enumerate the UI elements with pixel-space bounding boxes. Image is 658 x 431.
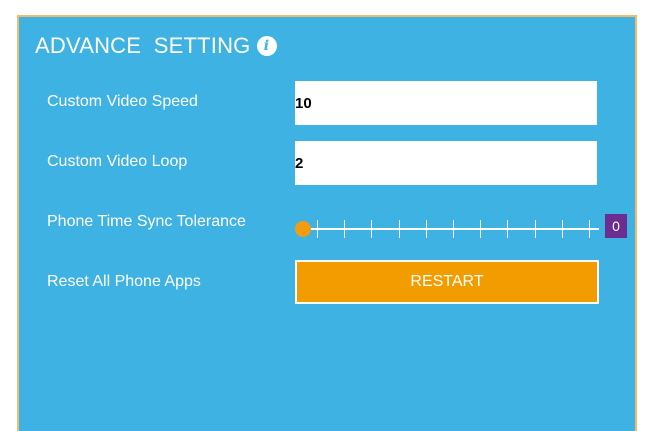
restart-button[interactable]: RESTART — [295, 260, 599, 304]
slider-tick — [371, 220, 373, 238]
slider-tick — [453, 220, 454, 238]
slider-tick — [534, 220, 536, 238]
panel-title: ADVANCE SETTING — [35, 33, 251, 58]
custom-video-speed-input[interactable] — [295, 81, 597, 125]
slider-track[interactable] — [303, 228, 599, 230]
info-icon[interactable]: i — [256, 36, 277, 56]
reset-all-phone-apps-label: Reset All Phone Apps — [47, 273, 201, 290]
phone-time-sync-tolerance-label: Phone Time Sync Tolerance — [47, 213, 246, 230]
slider-tick — [344, 220, 346, 238]
slider-tick — [589, 220, 590, 238]
slider-tick — [425, 220, 427, 238]
custom-video-loop-label: Custom Video Loop — [47, 153, 188, 170]
advance-setting-panel: ADVANCE SETTING i Custom Video Speed Cus… — [17, 15, 637, 431]
phone-time-sync-tolerance-slider[interactable] — [295, 215, 599, 243]
custom-video-loop-input[interactable] — [295, 141, 597, 185]
slider-tick — [398, 220, 400, 238]
panel-header: ADVANCE SETTING i — [35, 33, 277, 59]
slider-tick — [480, 220, 482, 238]
slider-tick — [507, 220, 509, 238]
slider-thumb[interactable] — [295, 221, 311, 237]
slider-tick — [561, 220, 563, 238]
custom-video-speed-label: Custom Video Speed — [47, 93, 198, 110]
slider-tick — [317, 220, 318, 238]
slider-value-badge: 0 — [605, 214, 627, 238]
